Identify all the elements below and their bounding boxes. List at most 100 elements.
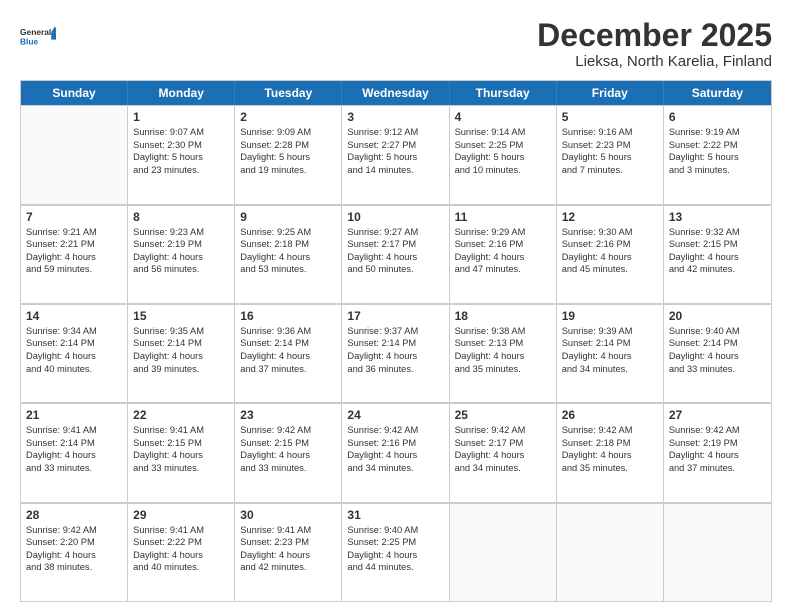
logo-svg: General Blue <box>20 18 56 54</box>
calendar-cell: 30 Sunrise: 9:41 AM Sunset: 2:23 PM Dayli… <box>235 504 342 601</box>
calendar-cell: 22 Sunrise: 9:41 AM Sunset: 2:15 PM Dayli… <box>128 404 235 501</box>
calendar-cell: 14 Sunrise: 9:34 AM Sunset: 2:14 PM Dayli… <box>21 305 128 402</box>
day-info: Sunrise: 9:36 AM Sunset: 2:14 PM Dayligh… <box>240 325 336 375</box>
calendar-body: 1 Sunrise: 9:07 AM Sunset: 2:30 PM Daylig… <box>21 105 771 601</box>
day-info: Sunrise: 9:42 AM Sunset: 2:20 PM Dayligh… <box>26 524 122 574</box>
day-number: 17 <box>347 309 443 323</box>
day-number: 21 <box>26 408 122 422</box>
calendar-header-cell: Saturday <box>664 81 771 105</box>
day-number: 31 <box>347 508 443 522</box>
page-subtitle: Lieksa, North Karelia, Finland <box>537 53 772 70</box>
day-info: Sunrise: 9:41 AM Sunset: 2:15 PM Dayligh… <box>133 424 229 474</box>
day-number: 13 <box>669 210 766 224</box>
day-info: Sunrise: 9:42 AM Sunset: 2:18 PM Dayligh… <box>562 424 658 474</box>
calendar-cell: 3Sunrise: 9:12 AM Sunset: 2:27 PM Daylig… <box>342 106 449 203</box>
day-info: Sunrise: 9:42 AM Sunset: 2:17 PM Dayligh… <box>455 424 551 474</box>
calendar-cell: 10 Sunrise: 9:27 AM Sunset: 2:17 PM Dayli… <box>342 206 449 303</box>
day-number: 1 <box>133 110 229 124</box>
day-info: Sunrise: 9:35 AM Sunset: 2:14 PM Dayligh… <box>133 325 229 375</box>
calendar-week: 21 Sunrise: 9:41 AM Sunset: 2:14 PM Dayli… <box>21 403 771 502</box>
calendar-week: 14 Sunrise: 9:34 AM Sunset: 2:14 PM Dayli… <box>21 304 771 403</box>
calendar-cell: 15 Sunrise: 9:35 AM Sunset: 2:14 PM Dayli… <box>128 305 235 402</box>
svg-text:Blue: Blue <box>20 36 39 46</box>
page-title: December 2025 <box>537 18 772 53</box>
calendar-cell: 17 Sunrise: 9:37 AM Sunset: 2:14 PM Dayli… <box>342 305 449 402</box>
calendar-cell: 13 Sunrise: 9:32 AM Sunset: 2:15 PM Dayli… <box>664 206 771 303</box>
day-number: 2 <box>240 110 336 124</box>
day-number: 8 <box>133 210 229 224</box>
day-info: Sunrise: 9:14 AM Sunset: 2:25 PM Dayligh… <box>455 126 551 176</box>
calendar-cell: 28 Sunrise: 9:42 AM Sunset: 2:20 PM Dayli… <box>21 504 128 601</box>
day-number: 22 <box>133 408 229 422</box>
day-number: 10 <box>347 210 443 224</box>
calendar-header-cell: Sunday <box>21 81 128 105</box>
day-number: 9 <box>240 210 336 224</box>
day-info: Sunrise: 9:27 AM Sunset: 2:17 PM Dayligh… <box>347 226 443 276</box>
day-info: Sunrise: 9:38 AM Sunset: 2:13 PM Dayligh… <box>455 325 551 375</box>
day-info: Sunrise: 9:07 AM Sunset: 2:30 PM Dayligh… <box>133 126 229 176</box>
day-number: 12 <box>562 210 658 224</box>
day-info: Sunrise: 9:29 AM Sunset: 2:16 PM Dayligh… <box>455 226 551 276</box>
svg-text:General: General <box>20 27 51 37</box>
day-number: 15 <box>133 309 229 323</box>
day-info: Sunrise: 9:19 AM Sunset: 2:22 PM Dayligh… <box>669 126 766 176</box>
calendar-cell: 20Sunrise: 9:40 AM Sunset: 2:14 PM Dayli… <box>664 305 771 402</box>
day-info: Sunrise: 9:37 AM Sunset: 2:14 PM Dayligh… <box>347 325 443 375</box>
header: General Blue December 2025 Lieksa, North… <box>20 18 772 70</box>
calendar-cell <box>557 504 664 601</box>
calendar-week: 7 Sunrise: 9:21 AM Sunset: 2:21 PM Daylig… <box>21 205 771 304</box>
day-info: Sunrise: 9:42 AM Sunset: 2:15 PM Dayligh… <box>240 424 336 474</box>
calendar-cell: 26Sunrise: 9:42 AM Sunset: 2:18 PM Dayli… <box>557 404 664 501</box>
calendar-cell: 29Sunrise: 9:41 AM Sunset: 2:22 PM Dayli… <box>128 504 235 601</box>
day-number: 27 <box>669 408 766 422</box>
title-block: December 2025 Lieksa, North Karelia, Fin… <box>537 18 772 70</box>
day-number: 5 <box>562 110 658 124</box>
day-number: 24 <box>347 408 443 422</box>
calendar-cell <box>21 106 128 203</box>
day-info: Sunrise: 9:40 AM Sunset: 2:25 PM Dayligh… <box>347 524 443 574</box>
day-info: Sunrise: 9:09 AM Sunset: 2:28 PM Dayligh… <box>240 126 336 176</box>
logo: General Blue <box>20 18 56 54</box>
calendar-cell: 1 Sunrise: 9:07 AM Sunset: 2:30 PM Daylig… <box>128 106 235 203</box>
calendar-cell: 19 Sunrise: 9:39 AM Sunset: 2:14 PM Dayli… <box>557 305 664 402</box>
day-number: 14 <box>26 309 122 323</box>
calendar-cell: 27 Sunrise: 9:42 AM Sunset: 2:19 PM Dayli… <box>664 404 771 501</box>
calendar-cell: 25Sunrise: 9:42 AM Sunset: 2:17 PM Dayli… <box>450 404 557 501</box>
calendar-cell: 23 Sunrise: 9:42 AM Sunset: 2:15 PM Dayli… <box>235 404 342 501</box>
day-info: Sunrise: 9:25 AM Sunset: 2:18 PM Dayligh… <box>240 226 336 276</box>
calendar-cell: 11 Sunrise: 9:29 AM Sunset: 2:16 PM Dayli… <box>450 206 557 303</box>
day-number: 7 <box>26 210 122 224</box>
day-number: 16 <box>240 309 336 323</box>
day-info: Sunrise: 9:32 AM Sunset: 2:15 PM Dayligh… <box>669 226 766 276</box>
calendar-cell: 16 Sunrise: 9:36 AM Sunset: 2:14 PM Dayli… <box>235 305 342 402</box>
day-info: Sunrise: 9:23 AM Sunset: 2:19 PM Dayligh… <box>133 226 229 276</box>
calendar-cell <box>664 504 771 601</box>
day-info: Sunrise: 9:34 AM Sunset: 2:14 PM Dayligh… <box>26 325 122 375</box>
calendar-cell: 21 Sunrise: 9:41 AM Sunset: 2:14 PM Dayli… <box>21 404 128 501</box>
calendar-cell: 9 Sunrise: 9:25 AM Sunset: 2:18 PM Daylig… <box>235 206 342 303</box>
day-info: Sunrise: 9:16 AM Sunset: 2:23 PM Dayligh… <box>562 126 658 176</box>
day-number: 23 <box>240 408 336 422</box>
day-number: 28 <box>26 508 122 522</box>
day-number: 20 <box>669 309 766 323</box>
day-number: 4 <box>455 110 551 124</box>
day-info: Sunrise: 9:21 AM Sunset: 2:21 PM Dayligh… <box>26 226 122 276</box>
calendar-cell: 7 Sunrise: 9:21 AM Sunset: 2:21 PM Daylig… <box>21 206 128 303</box>
calendar-cell: 5 Sunrise: 9:16 AM Sunset: 2:23 PM Daylig… <box>557 106 664 203</box>
calendar: SundayMondayTuesdayWednesdayThursdayFrid… <box>20 80 772 602</box>
day-info: Sunrise: 9:42 AM Sunset: 2:19 PM Dayligh… <box>669 424 766 474</box>
day-info: Sunrise: 9:41 AM Sunset: 2:23 PM Dayligh… <box>240 524 336 574</box>
day-info: Sunrise: 9:39 AM Sunset: 2:14 PM Dayligh… <box>562 325 658 375</box>
day-number: 3 <box>347 110 443 124</box>
day-number: 29 <box>133 508 229 522</box>
day-info: Sunrise: 9:41 AM Sunset: 2:14 PM Dayligh… <box>26 424 122 474</box>
calendar-cell <box>450 504 557 601</box>
day-number: 19 <box>562 309 658 323</box>
calendar-header-cell: Friday <box>557 81 664 105</box>
calendar-header-cell: Monday <box>128 81 235 105</box>
day-number: 30 <box>240 508 336 522</box>
calendar-cell: 2 Sunrise: 9:09 AM Sunset: 2:28 PM Daylig… <box>235 106 342 203</box>
calendar-cell: 24Sunrise: 9:42 AM Sunset: 2:16 PM Dayli… <box>342 404 449 501</box>
day-number: 11 <box>455 210 551 224</box>
calendar-cell: 31 Sunrise: 9:40 AM Sunset: 2:25 PM Dayli… <box>342 504 449 601</box>
